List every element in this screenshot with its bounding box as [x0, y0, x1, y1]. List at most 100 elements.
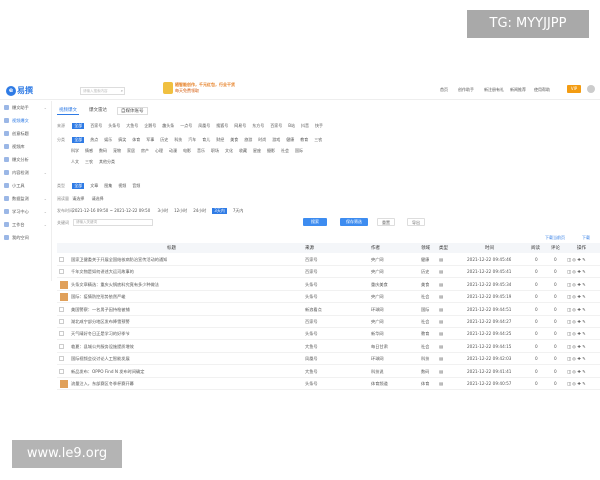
filter-option[interactable]: 美食 [230, 137, 238, 143]
row-actions[interactable]: ◫ ◎ ✚ ✎ [567, 319, 586, 324]
filter-option[interactable]: 摄影 [267, 148, 275, 154]
filter-option[interactable]: 军事 [146, 137, 154, 143]
table-row[interactable]: 美国警察：一名男子因持枪被捕 新浪看点 环球网 国际 2021-12-22 09:44:… [57, 304, 600, 316]
export-button[interactable]: 导出 [407, 218, 425, 226]
row-checkbox[interactable] [59, 306, 64, 312]
cell-title[interactable]: 流量注入，东部赛区冬季杯赛开幕 [71, 381, 251, 387]
nav-help[interactable]: 使用帮助 [534, 87, 550, 93]
download-page-link[interactable]: 下载当前页 [545, 235, 565, 241]
filter-option[interactable]: 财经 [216, 137, 224, 143]
cell-title[interactable]: 国际：疫情防控形势依然严峻 [71, 294, 251, 300]
row-actions[interactable]: ◫ ◎ ✚ ✎ [567, 369, 586, 374]
filter-option[interactable]: 动漫 [169, 148, 177, 154]
filter-option[interactable]: 一点号 [180, 123, 192, 129]
cell-title[interactable]: 美国警察：一名男子因持枪被捕 [71, 307, 251, 313]
table-row[interactable]: 湖北咸宁部分地区发布降雪预警 百家号 央广网 社会 2021-12-22 09:44:2… [57, 316, 600, 328]
filter-option[interactable]: 3小时 [158, 208, 169, 214]
tab-video-hot[interactable]: 视频爆文 [57, 107, 79, 115]
filter-option[interactable]: 抖音 [301, 123, 309, 129]
filter-option[interactable]: 3天内 [212, 208, 227, 214]
filter-option[interactable]: 收藏 [239, 148, 247, 154]
filter-option[interactable]: 三农 [85, 159, 93, 165]
nav-news[interactable]: 新闻推荐 [510, 87, 526, 93]
filter-option[interactable]: 热点 [90, 137, 98, 143]
filter-option[interactable]: 国际 [295, 148, 303, 154]
keyword-input[interactable]: 请输入关键词 [73, 219, 153, 226]
filter-option[interactable]: 视频 [118, 183, 126, 189]
filter-option[interactable]: 职场 [211, 148, 219, 154]
filter-option[interactable]: 企鹅号 [144, 123, 156, 129]
row-checkbox[interactable] [59, 356, 64, 362]
table-row[interactable]: 千年文物是如何讲述大运河故事的 百家号 央广网 历史 2021-12-22 09:45:… [57, 266, 600, 279]
filter-option[interactable]: 12小时 [174, 208, 187, 214]
row-actions[interactable]: ◫ ◎ ✚ ✎ [567, 307, 586, 312]
cell-title[interactable]: 千年文物是如何讲述大运河故事的 [71, 269, 251, 275]
filter-option[interactable]: 音乐 [197, 148, 205, 154]
filter-option[interactable]: 体育 [132, 137, 140, 143]
top-search-input[interactable]: 请输入搜索内容 ⌕ [80, 87, 125, 95]
sidebar-item[interactable]: 视频爆文 [0, 114, 51, 127]
sidebar-item[interactable]: 学习中心 ⌄ [0, 205, 51, 218]
table-row[interactable]: 流量注入，东部赛区冬季杯赛开幕 头条号 体育频道 体育 2021-12-22 09:40… [57, 378, 600, 390]
sidebar-item[interactable]: 小工具 [0, 179, 51, 192]
filter-option[interactable]: 三农 [314, 137, 322, 143]
row-actions[interactable]: ◫ ◎ ✚ ✎ [567, 344, 586, 349]
row-checkbox[interactable] [59, 331, 64, 337]
save-filter-button[interactable]: 保存筛选 [340, 218, 368, 226]
filter-option[interactable]: 汽车 [188, 137, 196, 143]
tab-radar[interactable]: 爆文雷达 [87, 107, 109, 115]
row-checkbox[interactable] [59, 269, 64, 275]
filter-option[interactable]: 图集 [104, 183, 112, 189]
filter-option[interactable]: 文化 [225, 148, 233, 154]
row-actions[interactable]: ◫ ◎ ✚ ✎ [567, 282, 586, 287]
nav-home[interactable]: 首页 [440, 87, 448, 93]
filter-option[interactable]: 网易号 [234, 123, 246, 129]
time-range-input[interactable]: 2021-12-16 09:50 ~ 2021-12-22 09:50 [72, 208, 150, 213]
filter-option[interactable]: 电影 [183, 148, 191, 154]
promo-banner[interactable]: 随智能创作，千元红包，行业干货 每天免费领取 [163, 80, 273, 100]
filter-option[interactable]: 情感 [85, 148, 93, 154]
filter-option[interactable]: B站 [288, 123, 295, 129]
filter-option[interactable]: 科学 [71, 148, 79, 154]
logo[interactable]: e 易撰 [6, 85, 33, 96]
table-row[interactable]: 天气晴好冬日正是学习的好季节 头条号 新华网 教育 2021-12-22 09:44:2… [57, 328, 600, 341]
filter-option[interactable]: 百家号 [270, 123, 282, 129]
row-checkbox[interactable] [59, 368, 64, 374]
range-to-select[interactable]: 请选择 [92, 196, 104, 202]
filter-option[interactable]: 凤凰号 [198, 123, 210, 129]
filter-option[interactable]: 头条号 [108, 123, 120, 129]
filter-option[interactable]: 宠物 [113, 148, 121, 154]
sidebar-item[interactable]: 工作台 ⌄ [0, 218, 51, 231]
row-actions[interactable]: ◫ ◎ ✚ ✎ [567, 257, 586, 262]
filter-option[interactable]: 育儿 [202, 137, 210, 143]
download-link[interactable]: 下载 [582, 235, 590, 241]
row-actions[interactable]: ◫ ◎ ✚ ✎ [567, 381, 586, 386]
search-icon[interactable]: ⌕ [121, 88, 123, 94]
tab-accounts[interactable]: 自媒体账号 [117, 107, 148, 115]
filter-option[interactable]: 游戏 [272, 137, 280, 143]
filter-option[interactable]: 房产 [141, 148, 149, 154]
sidebar-item[interactable]: 爆文助手 ⌄ [0, 101, 51, 114]
sidebar-item[interactable]: 我的空间 [0, 231, 51, 244]
vip-badge[interactable]: VIP [567, 85, 581, 93]
row-checkbox[interactable] [59, 343, 64, 349]
sidebar-item[interactable]: 数据监测 ⌄ [0, 192, 51, 205]
filter-option[interactable]: 搜狐号 [216, 123, 228, 129]
nav-creator[interactable]: 创作助手 [458, 87, 474, 93]
table-row[interactable]: 新品发布：OPPO Find N 发布时间确定 大鱼号 科技说 数码 2021-12-2… [57, 366, 600, 378]
filter-option[interactable]: 数码 [99, 148, 107, 154]
filter-option[interactable]: 其他分类 [99, 159, 115, 165]
row-checkbox[interactable] [59, 319, 64, 324]
filter-option[interactable]: 心理 [155, 148, 163, 154]
filter-option[interactable]: 大鱼号 [126, 123, 138, 129]
row-checkbox[interactable] [59, 257, 64, 262]
nav-signup[interactable]: 新注册有礼 [484, 87, 504, 93]
user-avatar-icon[interactable] [587, 85, 595, 93]
row-actions[interactable]: ◫ ◎ ✚ ✎ [567, 356, 586, 361]
filter-option[interactable]: 家居 [127, 148, 135, 154]
cell-title[interactable]: 天气晴好冬日正是学习的好季节 [71, 331, 251, 337]
filter-option[interactable]: 社会 [281, 148, 289, 154]
table-row[interactable]: 国际：疫情防控形势依然严峻 头条号 央广网 社会 2021-12-22 09:45:19… [57, 291, 600, 304]
row-actions[interactable]: ◫ ◎ ✚ ✎ [567, 294, 586, 299]
table-row[interactable]: 头条文章精选：重庆火锅底料究竟有多少种做法 头条号 重庆美食 美食 2021-12-22… [57, 279, 600, 291]
